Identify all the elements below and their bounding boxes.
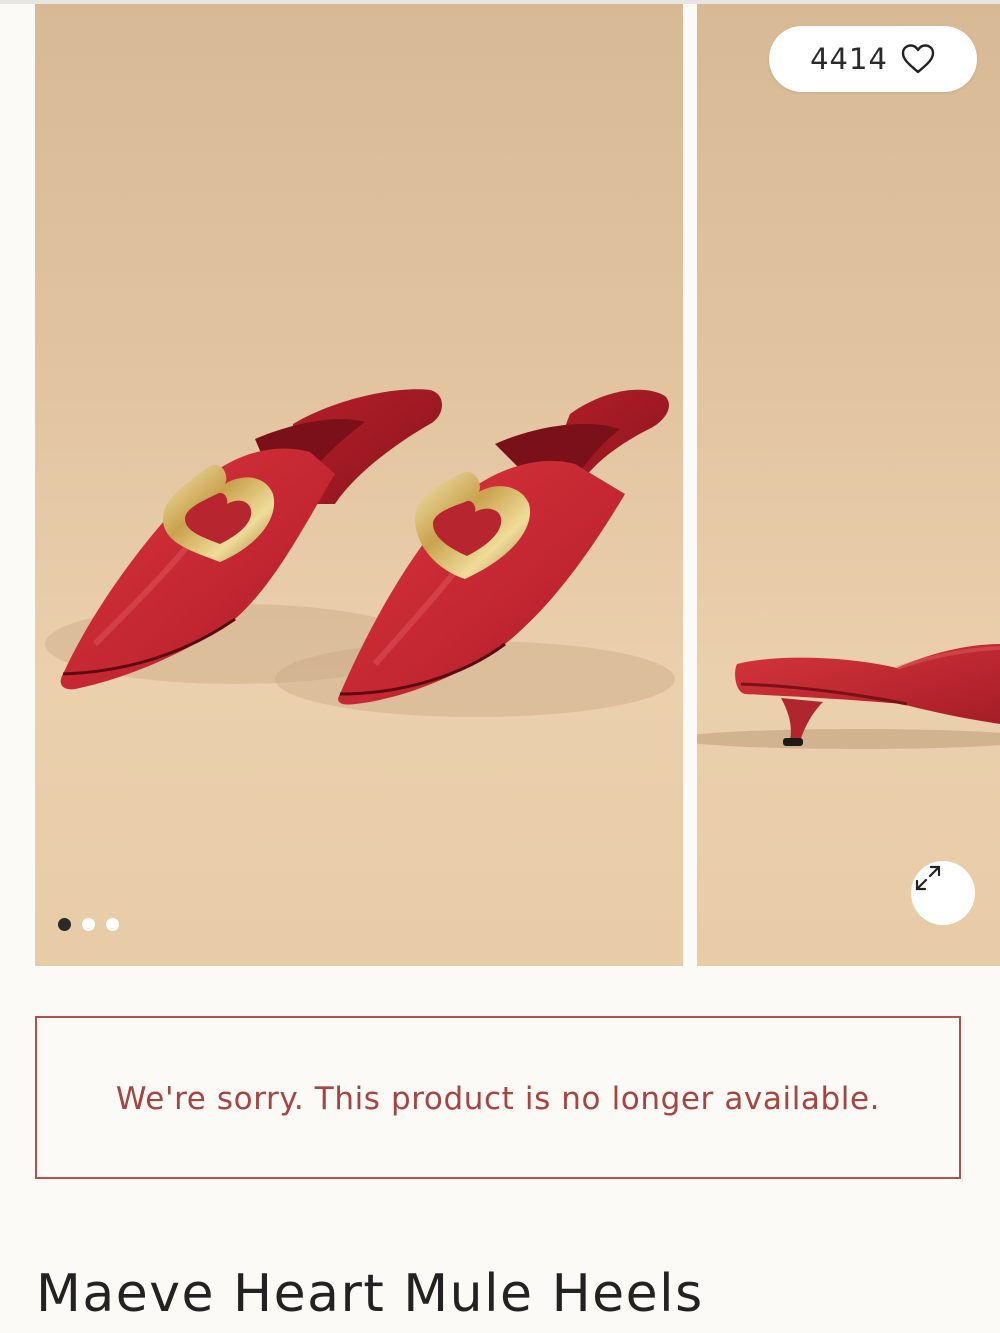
expand-arrows-icon (915, 865, 941, 891)
unavailable-notice: We're sorry. This product is no longer a… (35, 1016, 961, 1179)
product-image-next[interactable] (697, 4, 1000, 966)
carousel-dot-3[interactable] (106, 918, 119, 931)
carousel-dot-1[interactable] (58, 918, 71, 931)
product-title: Maeve Heart Mule Heels (36, 1264, 704, 1324)
likes-count: 4414 (810, 42, 888, 76)
unavailable-message: We're sorry. This product is no longer a… (115, 1080, 881, 1117)
product-image-gallery[interactable]: 4414 (0, 4, 1000, 966)
heart-outline-icon (901, 44, 935, 74)
favorite-button[interactable]: 4414 (769, 26, 977, 92)
expand-image-button[interactable] (911, 861, 975, 925)
shoe-side-illustration (697, 644, 1000, 749)
shoe-pair-illustration (45, 389, 675, 717)
product-image-main[interactable] (35, 4, 683, 966)
carousel-dot-2[interactable] (82, 918, 95, 931)
carousel-dots (58, 918, 119, 931)
